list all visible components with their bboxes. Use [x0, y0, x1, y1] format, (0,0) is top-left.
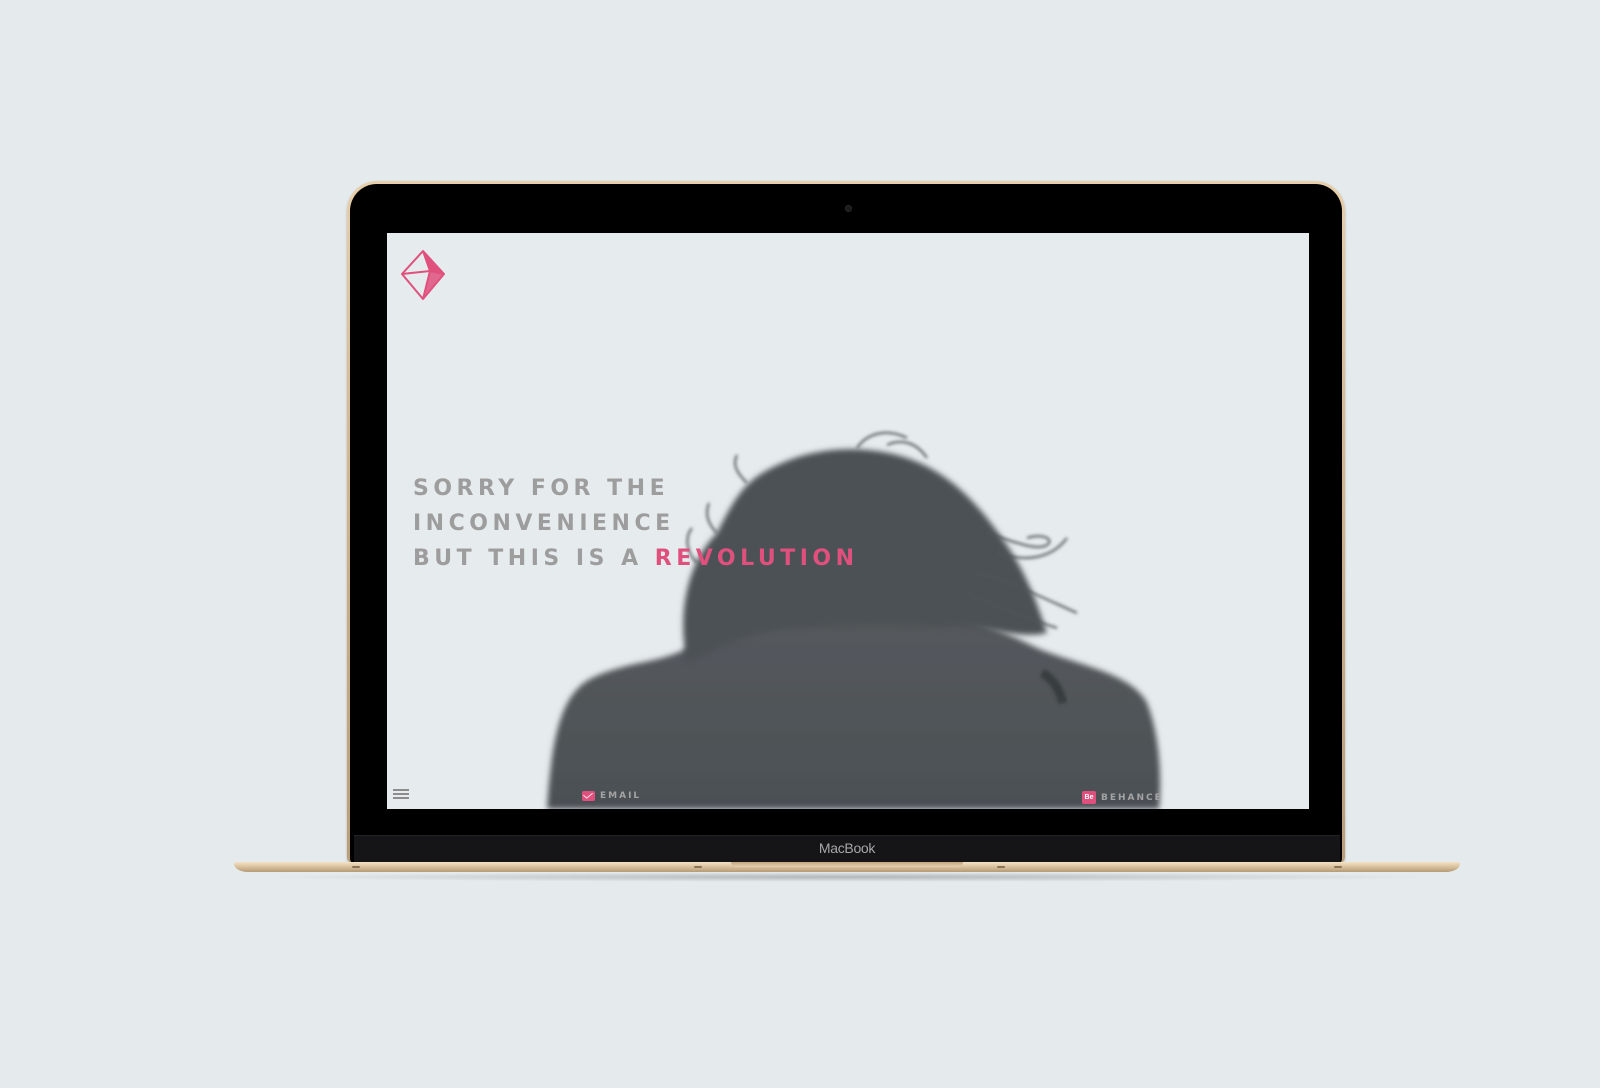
headline-accent-word: REVOLUTION [654, 546, 859, 571]
webcam-icon [845, 205, 852, 212]
envelope-icon [582, 791, 595, 801]
laptop-foot [1334, 866, 1342, 868]
hamburger-menu-icon[interactable] [393, 789, 409, 801]
laptop-foot [694, 866, 702, 868]
behance-link[interactable]: Be BEHANCE [1082, 791, 1163, 804]
headline-line-3-prefix: BUT THIS IS A [413, 546, 655, 571]
laptop-foot [352, 866, 360, 868]
mockup-stage: SORRY FOR THE INCONVENIENCE BUT THIS IS … [0, 0, 1600, 1088]
headline: SORRY FOR THE INCONVENIENCE BUT THIS IS … [413, 471, 859, 576]
laptop-shadow [250, 872, 1444, 882]
email-label: EMAIL [600, 791, 642, 801]
website-screen: SORRY FOR THE INCONVENIENCE BUT THIS IS … [387, 233, 1309, 809]
behance-label: BEHANCE [1101, 792, 1163, 803]
diamond-logo-icon[interactable] [400, 249, 446, 301]
macbook-label: MacBook [818, 840, 876, 856]
headline-line-1: SORRY FOR THE [413, 476, 670, 501]
headline-line-2: INCONVENIENCE [413, 511, 675, 536]
behance-icon: Be [1082, 791, 1096, 804]
laptop-base [234, 862, 1460, 872]
laptop-opening-notch [731, 862, 963, 867]
email-link[interactable]: EMAIL [582, 791, 641, 801]
laptop-chin: MacBook [354, 835, 1340, 863]
laptop-foot [997, 866, 1005, 868]
